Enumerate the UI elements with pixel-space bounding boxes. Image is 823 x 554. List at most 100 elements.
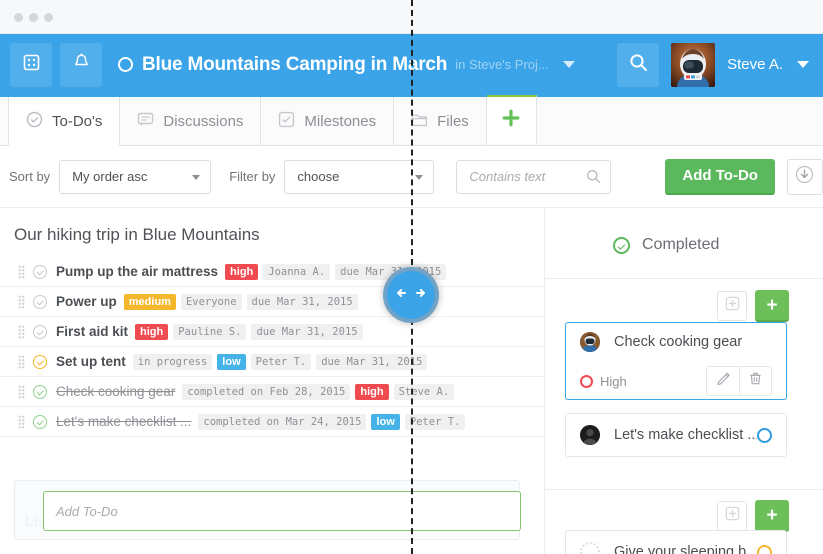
- table-row[interactable]: Power up medium Everyone due Mar 31, 201…: [0, 287, 544, 317]
- bell-icon: [73, 53, 90, 76]
- check-circle-icon[interactable]: [33, 294, 47, 309]
- assignee-chip: Peter T.: [404, 413, 466, 430]
- trash-icon: [748, 371, 763, 391]
- grid-menu-button[interactable]: [10, 42, 52, 87]
- tab-todos[interactable]: To-Do's: [8, 97, 121, 146]
- drag-handle-icon[interactable]: [18, 324, 25, 339]
- table-row[interactable]: Set up tent in progress low Peter T. due…: [0, 347, 544, 377]
- priority-chip: high: [355, 383, 389, 400]
- download-button[interactable]: [786, 158, 823, 195]
- add-todo-button[interactable]: Add To-Do: [665, 158, 775, 195]
- status-chip: completed on Mar 24, 2015: [198, 413, 367, 430]
- tab-files[interactable]: Files: [394, 97, 487, 146]
- add-card-button[interactable]: +: [755, 290, 789, 322]
- empty-avatar: [580, 542, 600, 554]
- table-row[interactable]: Pump up the air mattress high Joanna A. …: [0, 257, 544, 287]
- priority-chip: medium: [123, 293, 176, 310]
- add-to-stack-button[interactable]: [717, 501, 747, 531]
- check-circle-icon-green: [613, 236, 630, 254]
- add-card-button[interactable]: +: [755, 500, 789, 532]
- search-icon: [629, 53, 648, 77]
- board-column-divider: [544, 208, 545, 554]
- contains-text-input[interactable]: Contains text: [456, 159, 612, 194]
- check-circle-icon[interactable]: [33, 324, 47, 339]
- priority-chip: high: [135, 323, 169, 340]
- plus-icon: [501, 108, 521, 133]
- window-dot[interactable]: [44, 13, 53, 22]
- todo-title: First aid kit: [56, 324, 129, 339]
- header-search-button[interactable]: [617, 42, 660, 87]
- tab-discussions[interactable]: Discussions: [120, 97, 262, 146]
- user-name[interactable]: Steve A.: [727, 56, 783, 73]
- add-to-stack-button[interactable]: [717, 291, 747, 321]
- table-row[interactable]: First aid kit high Pauline S. due Mar 31…: [0, 317, 544, 347]
- tab-milestones[interactable]: Milestones: [261, 97, 395, 146]
- priority-label: High: [600, 373, 627, 389]
- completed-row1-actions: +: [717, 290, 789, 322]
- add-todo-input[interactable]: Add To-Do: [43, 491, 521, 531]
- todo-title: Set up tent: [56, 354, 126, 369]
- priority-chip: low: [371, 413, 400, 430]
- project-subtitle: in Steve's Proj...: [455, 57, 549, 72]
- header-right-group: Steve A.: [617, 34, 823, 95]
- edit-card-button[interactable]: [707, 367, 739, 395]
- drag-handle-icon[interactable]: [18, 264, 25, 279]
- horizontal-resize-icon: [396, 286, 426, 305]
- todo-title: Power up: [56, 294, 117, 309]
- panel-resize-handle[interactable]: [383, 267, 439, 323]
- filter-by-label: Filter by: [229, 169, 276, 184]
- assignee-chip: Pauline S.: [173, 323, 247, 340]
- table-row[interactable]: Let's make checklist ... completed on Ma…: [0, 407, 544, 437]
- avatar: [580, 332, 600, 352]
- drag-handle-icon[interactable]: [18, 414, 25, 429]
- assignee-chip: Joanna A.: [263, 263, 331, 280]
- project-status-icon: [118, 57, 133, 72]
- add-tab-button[interactable]: [486, 95, 537, 144]
- download-circle-icon: [795, 165, 814, 189]
- app-window: Blue Mountains Camping in March in Steve…: [0, 0, 823, 554]
- chevron-down-icon[interactable]: [797, 61, 809, 68]
- tab-label: Milestones: [304, 113, 377, 130]
- tab-label: Files: [437, 113, 469, 130]
- table-row[interactable]: Check cooking gear completed on Feb 28, …: [0, 377, 544, 407]
- chevron-down-icon[interactable]: [562, 61, 575, 68]
- window-dot[interactable]: [29, 13, 38, 22]
- assignee-chip: Everyone: [180, 293, 242, 310]
- sort-by-select[interactable]: My order asc: [59, 159, 212, 194]
- drag-handle-icon[interactable]: [18, 294, 25, 309]
- search-icon: [586, 169, 601, 187]
- completed-card-title: Check cooking gear: [614, 334, 743, 350]
- chevron-down-icon: [415, 174, 424, 180]
- check-circle-icon-green[interactable]: [33, 384, 47, 399]
- completed-card[interactable]: Let's make checklist ...: [565, 413, 787, 457]
- add-todo-composer: List Add To-Do: [14, 480, 521, 540]
- page-title: Blue Mountains Camping in March: [142, 53, 448, 75]
- avatar[interactable]: [671, 42, 716, 87]
- completed-card-header: Check cooking gear: [566, 323, 786, 361]
- check-circle-icon-yellow[interactable]: [33, 354, 47, 369]
- open-circle-icon[interactable]: [757, 427, 772, 443]
- delete-card-button[interactable]: [739, 367, 771, 395]
- sort-by-label: Sort by: [9, 169, 51, 184]
- open-circle-icon-yellow[interactable]: [757, 544, 772, 554]
- todo-title: Let's make checklist ...: [56, 414, 192, 429]
- drag-handle-icon[interactable]: [18, 384, 25, 399]
- board-column-label: Completed: [642, 236, 720, 253]
- completed-card-meta: High: [566, 361, 786, 401]
- completed-row2-actions: +: [717, 500, 789, 532]
- notifications-button[interactable]: [60, 42, 102, 87]
- completed-card[interactable]: Check cooking gear High: [565, 322, 787, 400]
- check-circle-icon-green[interactable]: [33, 414, 47, 429]
- tab-label: Discussions: [163, 113, 244, 130]
- window-controls[interactable]: [14, 13, 53, 22]
- drag-handle-icon[interactable]: [18, 354, 25, 369]
- tab-list: To-Do's Discussions Milestones Files: [8, 95, 537, 146]
- status-chip: in progress: [132, 353, 213, 370]
- window-dot[interactable]: [14, 13, 23, 22]
- folder-icon: [411, 111, 428, 132]
- check-circle-icon[interactable]: [33, 264, 47, 279]
- comment-icon: [137, 111, 154, 132]
- completed-card[interactable]: Give your sleeping b...: [565, 530, 787, 554]
- todo-list-panel: Our hiking trip in Blue Mountains Pump u…: [0, 208, 544, 554]
- todo-title: Check cooking gear: [56, 384, 176, 399]
